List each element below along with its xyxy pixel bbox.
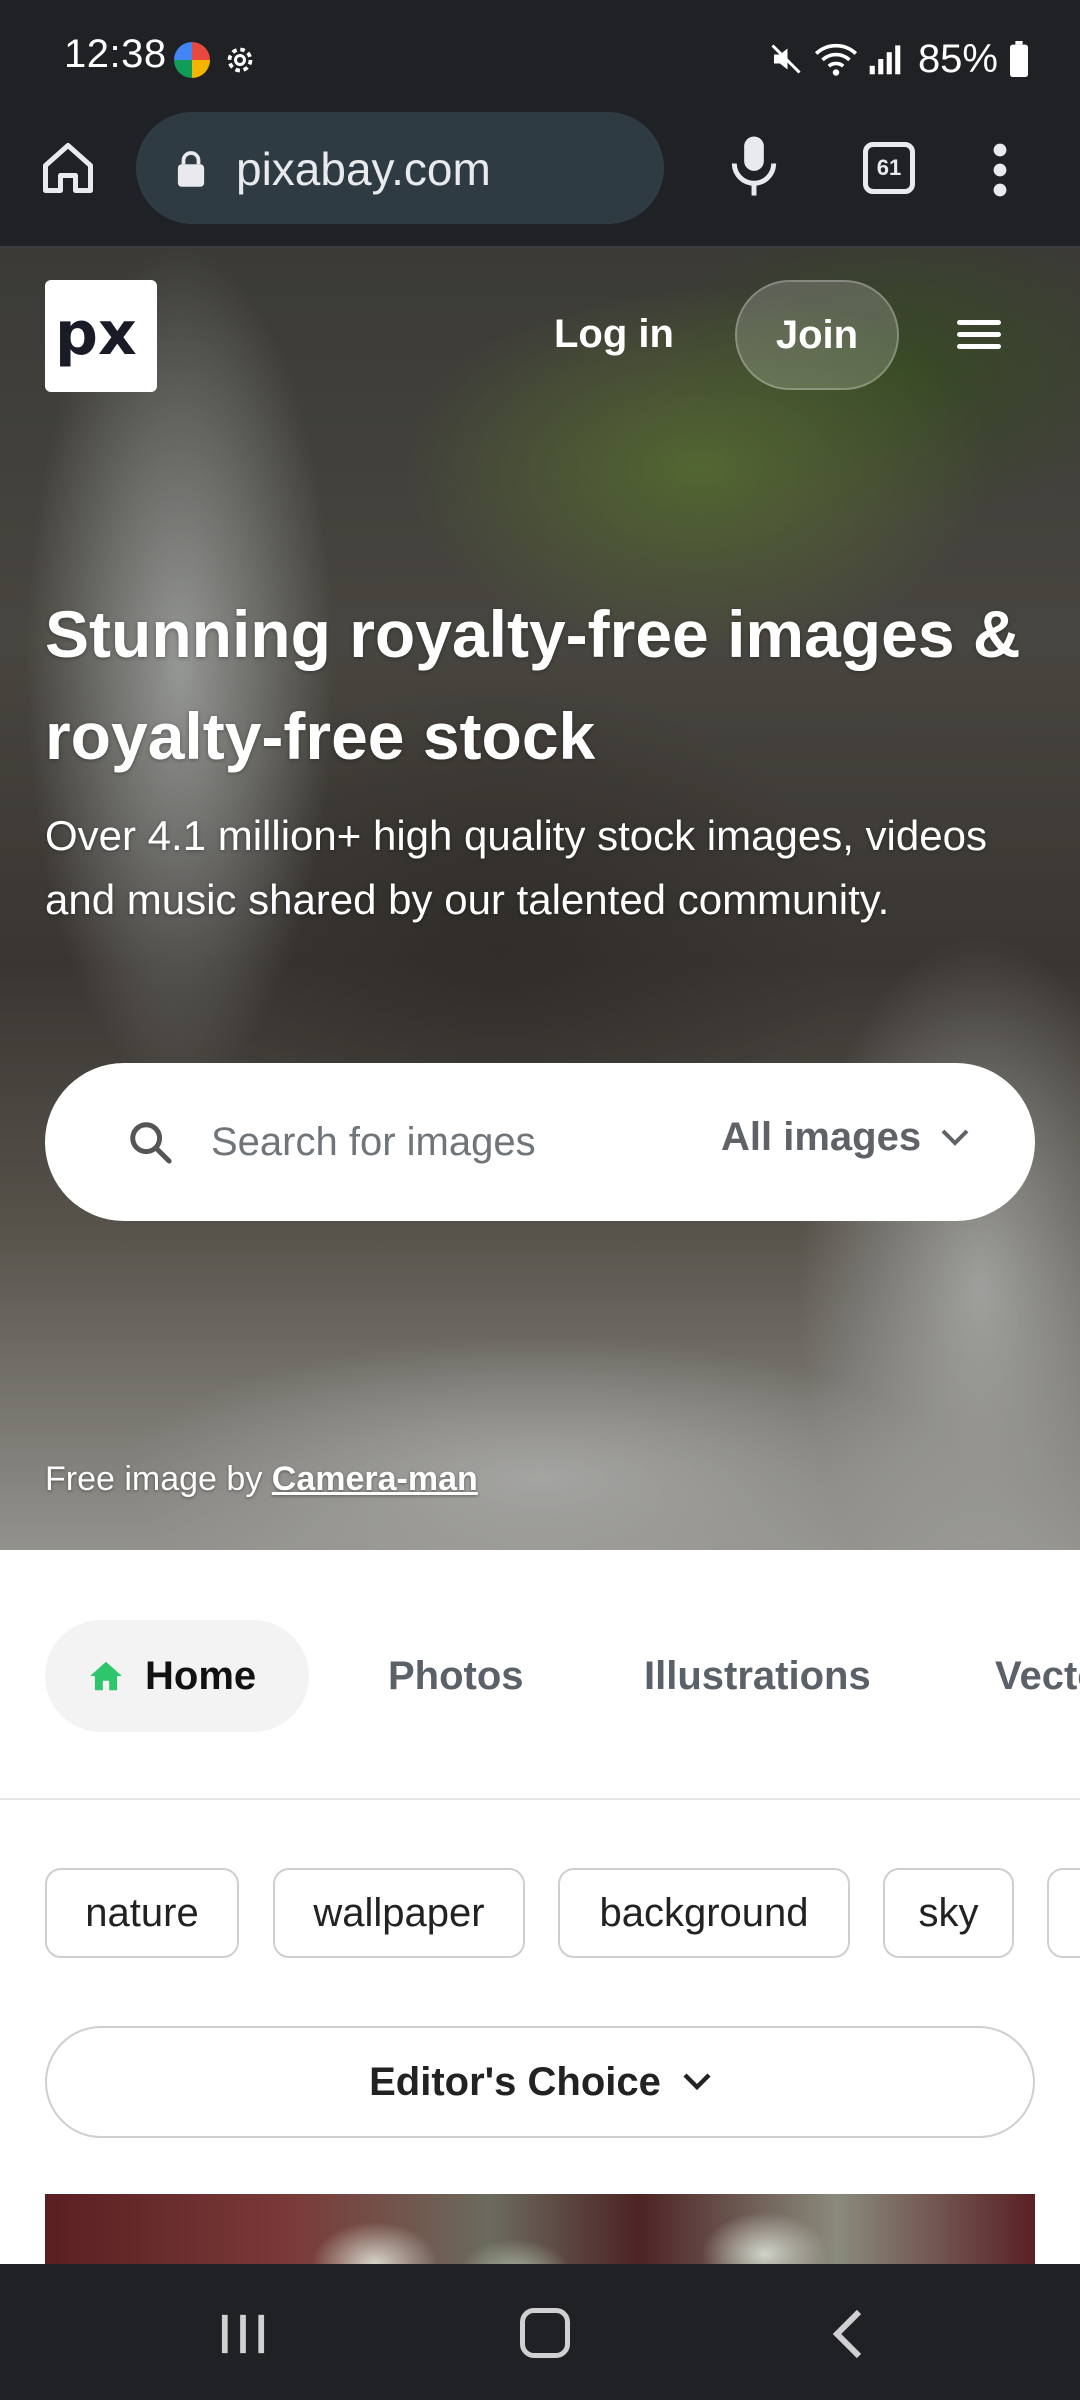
battery-percent: 85% — [917, 36, 998, 81]
hero-banner: px Log in Join Stunning royalty-free ima… — [0, 248, 1080, 1550]
mute-icon — [771, 44, 801, 74]
tab-vectors[interactable]: Vecto — [995, 1620, 1080, 1732]
chip-sky[interactable]: sky — [883, 1868, 1014, 1958]
settings-gear-icon — [227, 47, 253, 73]
chevron-down-icon — [683, 2073, 711, 2091]
back-icon[interactable] — [830, 2308, 864, 2360]
tab-vectors-label: Vecto — [995, 1653, 1080, 1698]
status-time: 12:38 — [64, 32, 167, 76]
search-bar: All images — [45, 1063, 1035, 1221]
search-icon[interactable] — [127, 1119, 173, 1165]
tab-photos[interactable]: Photos — [388, 1620, 524, 1732]
tabs-icon[interactable]: 61 — [863, 142, 915, 194]
tag-chips: nature wallpaper background sky — [0, 1868, 1080, 1958]
microphone-icon[interactable] — [728, 134, 780, 198]
recents-icon[interactable] — [220, 2312, 266, 2356]
image-type-dropdown[interactable]: All images — [721, 1115, 969, 1160]
search-input[interactable] — [211, 1107, 591, 1177]
tab-illustrations[interactable]: Illustrations — [644, 1620, 871, 1732]
tab-illustrations-label: Illustrations — [644, 1653, 871, 1698]
logo-mark: px — [55, 304, 137, 368]
system-navigation-bar — [0, 2264, 1080, 2400]
wifi-icon — [814, 43, 857, 76]
battery-icon — [1010, 41, 1028, 77]
chevron-down-icon — [941, 1129, 969, 1146]
image-thumbnail[interactable] — [45, 2194, 1035, 2264]
image-credit: Free image by Camera-man — [45, 1460, 478, 1499]
hero-title: Stunning royalty-free images & royalty-f… — [45, 597, 1021, 773]
login-link[interactable]: Log in — [554, 312, 674, 357]
tab-home[interactable]: Home — [45, 1620, 309, 1732]
join-button[interactable]: Join — [735, 280, 899, 390]
pixabay-logo[interactable]: px — [45, 280, 157, 392]
lock-icon — [177, 151, 205, 187]
chip-more[interactable] — [1047, 1868, 1080, 1958]
editors-choice-dropdown[interactable]: Editor's Choice — [45, 2026, 1035, 2138]
home-icon[interactable] — [38, 138, 98, 198]
image-type-label: All images — [721, 1115, 922, 1159]
chip-background[interactable]: background — [558, 1868, 850, 1958]
tab-photos-label: Photos — [388, 1653, 524, 1698]
status-bar: 12:38 85% — [0, 0, 1080, 120]
credit-prefix: Free image by — [45, 1460, 263, 1498]
tab-home-label: Home — [145, 1653, 257, 1698]
chip-wallpaper[interactable]: wallpaper — [273, 1868, 525, 1958]
chip-nature[interactable]: nature — [45, 1868, 239, 1958]
signal-icon — [869, 45, 901, 75]
home-nav-icon[interactable] — [520, 2308, 570, 2358]
app-notification-icon — [174, 42, 210, 78]
credit-author-link[interactable]: Camera-man — [272, 1460, 478, 1498]
more-vert-icon[interactable] — [990, 142, 1010, 198]
address-bar[interactable]: pixabay.com — [136, 112, 664, 224]
category-tabs: Home Photos Illustrations Vecto — [0, 1550, 1080, 1800]
sort-label: Editor's Choice — [369, 2059, 661, 2104]
browser-toolbar: pixabay.com 61 — [0, 112, 1080, 248]
home-icon — [90, 1661, 122, 1691]
hamburger-menu-icon[interactable] — [957, 320, 1001, 352]
url-text: pixabay.com — [236, 143, 491, 195]
logo-text: px — [55, 304, 137, 368]
tab-count: 61 — [876, 155, 902, 180]
hero-subtitle: Over 4.1 million+ high quality stock ima… — [45, 812, 987, 923]
